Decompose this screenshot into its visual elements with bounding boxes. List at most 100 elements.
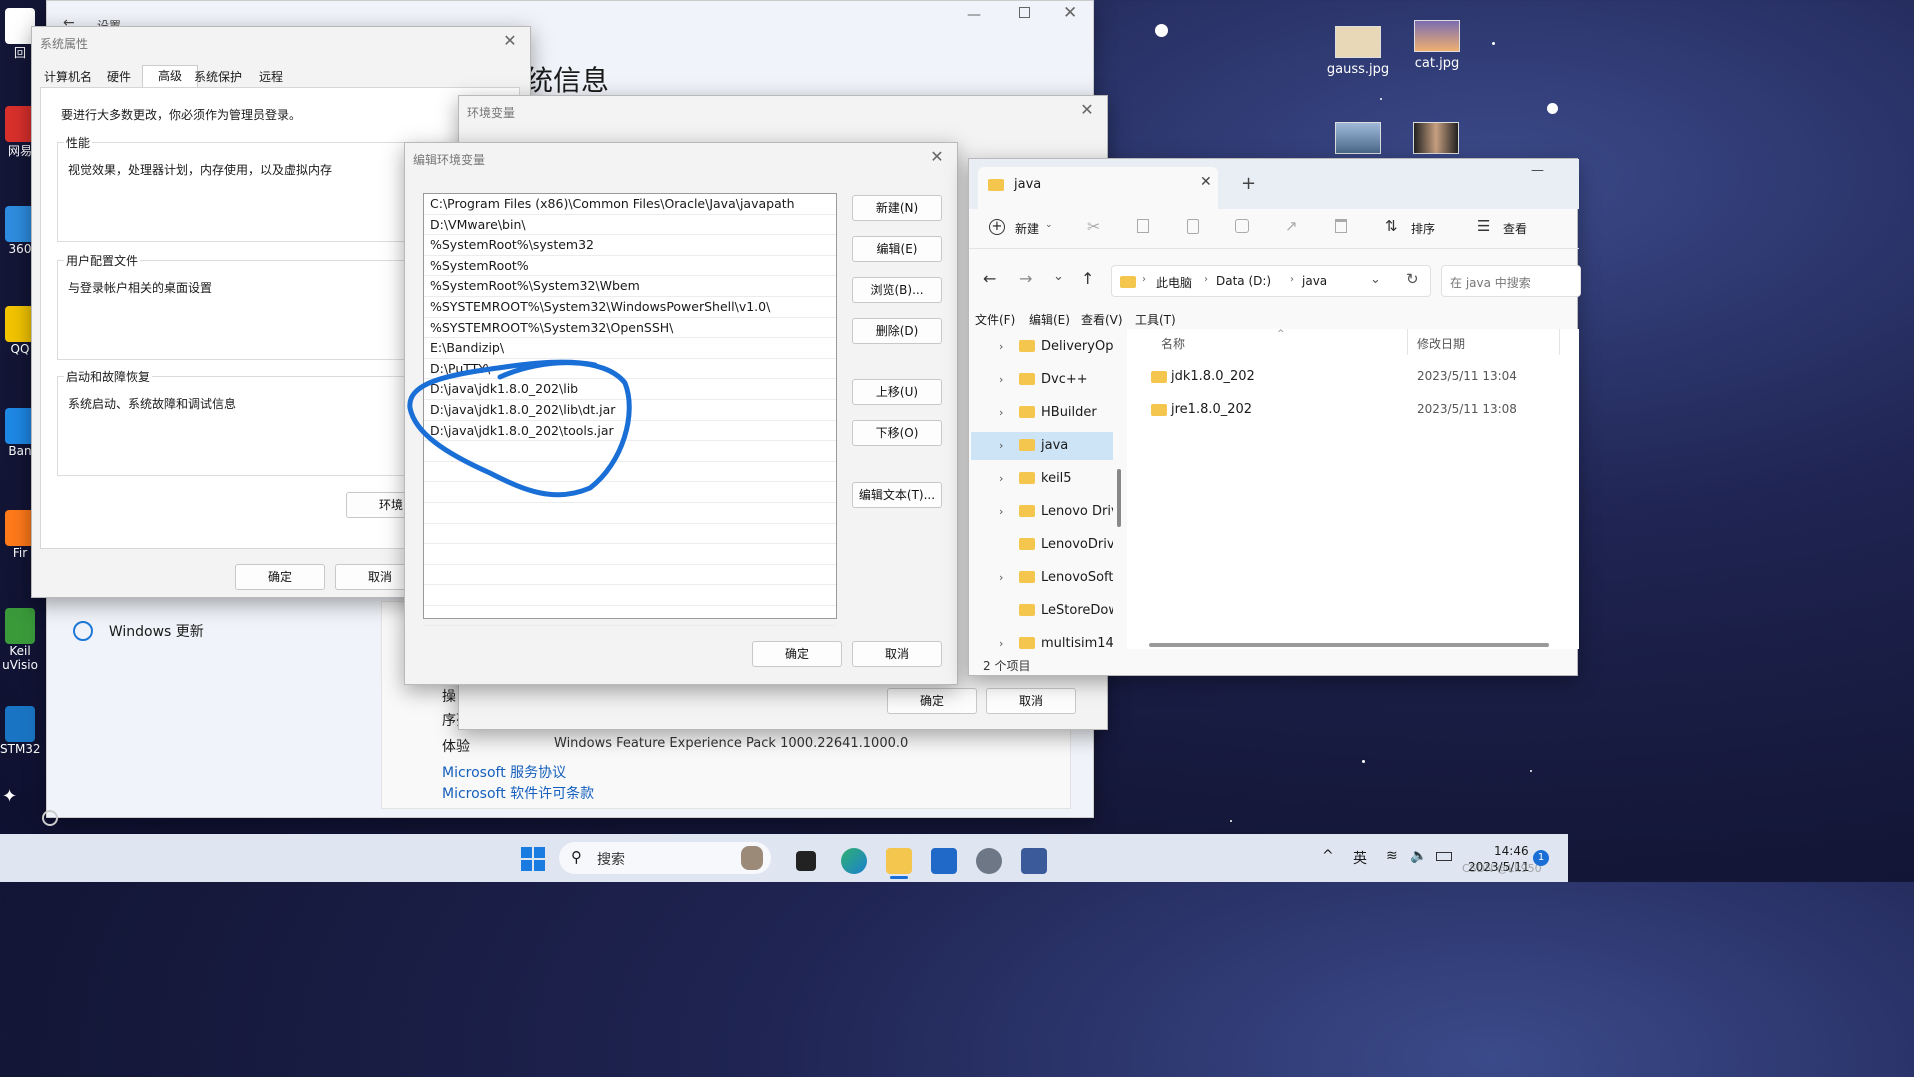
ok-button[interactable]: 确定: [235, 564, 325, 590]
breadcrumb-item[interactable]: java: [1302, 274, 1327, 288]
tree-item[interactable]: › java: [971, 432, 1113, 460]
chevron-right-icon[interactable]: ›: [999, 399, 1013, 427]
menu-tools[interactable]: 工具(T): [1135, 311, 1176, 328]
paste-icon[interactable]: [1187, 219, 1199, 234]
desktop-file-image[interactable]: [1413, 122, 1459, 158]
desktop-shortcut[interactable]: Keil uVisio: [0, 608, 40, 672]
up-arrow-icon[interactable]: ↑: [1081, 269, 1094, 288]
file-row[interactable]: jdk1.8.0_202 2023/5/11 13:04: [1127, 365, 1579, 391]
minimize-icon[interactable]: —: [967, 7, 981, 23]
chevron-right-icon[interactable]: ›: [999, 333, 1013, 361]
view-button[interactable]: 查看: [1503, 220, 1527, 237]
tab-remote[interactable]: 远程: [255, 67, 287, 87]
close-icon[interactable]: ✕: [1200, 174, 1212, 190]
horizontal-scrollbar[interactable]: [1149, 643, 1549, 647]
back-arrow-icon[interactable]: ←: [983, 269, 996, 288]
chevron-right-icon[interactable]: ›: [999, 465, 1013, 493]
share-icon[interactable]: ↗: [1285, 217, 1298, 235]
file-explorer-window: java ✕ + — + 新建 ⌄ ✂ ↗ ⇅ 排序 ☰ 查看 ← → ⌄ ↑ …: [968, 158, 1581, 676]
rename-icon[interactable]: [1235, 219, 1249, 233]
tree-item[interactable]: › DeliveryOpt: [971, 333, 1113, 361]
address-bar[interactable]: › 此电脑 › Data (D:) › java ⌄ ↻: [1111, 265, 1431, 297]
taskbar-search[interactable]: ⚲ 搜索: [559, 842, 771, 874]
new-button[interactable]: 新建: [1015, 220, 1039, 237]
copy-icon[interactable]: [1137, 219, 1149, 233]
edge-browser-icon[interactable]: [841, 848, 867, 874]
desktop-shortcut[interactable]: STM32: [0, 706, 41, 756]
system-properties-icon[interactable]: [1021, 848, 1047, 874]
forward-arrow-icon[interactable]: →: [1019, 269, 1032, 288]
service-agreement-link[interactable]: Microsoft 服务协议: [442, 762, 566, 782]
cancel-button[interactable]: 取消: [986, 688, 1076, 714]
chevron-down-icon[interactable]: ⌄: [1370, 272, 1381, 287]
close-icon[interactable]: ✕: [1077, 100, 1097, 120]
tree-item[interactable]: › Lenovo Driv: [971, 498, 1113, 526]
tree-item[interactable]: › multisim14.: [971, 630, 1113, 651]
store-icon[interactable]: [931, 848, 957, 874]
sort-button[interactable]: 排序: [1411, 220, 1435, 237]
license-terms-link[interactable]: Microsoft 软件许可条款: [442, 783, 594, 803]
clock-time[interactable]: 14:46: [1494, 844, 1529, 858]
tab-hardware[interactable]: 硬件: [103, 67, 135, 87]
breadcrumb-item[interactable]: Data (D:): [1216, 274, 1271, 288]
desktop-shortcut-label: Ban: [8, 444, 32, 458]
menu-view[interactable]: 查看(V): [1081, 311, 1123, 328]
volume-icon[interactable]: 🔈: [1410, 848, 1427, 864]
refresh-icon[interactable]: ↻: [1406, 270, 1419, 288]
tab-system-protection[interactable]: 系统保护: [190, 67, 246, 87]
desktop-shortcut-label: Keil uVisio: [2, 644, 38, 672]
dialog-titlebar: 环境变量 ✕: [459, 96, 1107, 126]
chevron-down-icon[interactable]: ⌄: [1053, 269, 1064, 284]
chevron-right-icon[interactable]: ›: [999, 432, 1013, 460]
chevron-right-icon[interactable]: ›: [999, 564, 1013, 592]
settings-gear-icon[interactable]: [976, 848, 1002, 874]
desktop-file-image[interactable]: [1335, 122, 1381, 158]
chevron-right-icon[interactable]: ›: [999, 366, 1013, 394]
column-header-name[interactable]: 名称: [1161, 335, 1185, 352]
close-icon[interactable]: ✕: [1063, 3, 1077, 23]
notification-badge[interactable]: 1: [1533, 850, 1549, 866]
chevron-up-icon[interactable]: ^: [1322, 848, 1334, 864]
tab-java[interactable]: java ✕: [978, 167, 1218, 209]
menu-file[interactable]: 文件(F): [975, 311, 1015, 328]
desktop-file-cat[interactable]: cat.jpg: [1405, 20, 1469, 71]
tree-item[interactable]: › LenovoSoft: [971, 564, 1113, 592]
start-button[interactable]: [521, 847, 545, 871]
task-view-icon[interactable]: [796, 851, 816, 871]
search-input[interactable]: 在 java 中搜索: [1450, 274, 1531, 291]
chevron-right-icon[interactable]: ›: [999, 630, 1013, 651]
tree-item-label: java: [1041, 438, 1069, 453]
file-explorer-icon[interactable]: [886, 848, 912, 874]
tree-item[interactable]: LenovoDrive: [971, 531, 1113, 559]
wifi-icon[interactable]: ≋: [1386, 848, 1398, 864]
file-row[interactable]: jre1.8.0_202 2023/5/11 13:08: [1127, 398, 1579, 424]
battery-icon[interactable]: [1436, 852, 1452, 861]
desktop-file-gauss[interactable]: gauss.jpg: [1326, 26, 1390, 77]
tab-computer-name[interactable]: 计算机名: [40, 67, 96, 87]
delete-icon[interactable]: [1335, 219, 1347, 233]
input-method-indicator[interactable]: 英: [1353, 848, 1367, 868]
tree-item[interactable]: › keil5: [971, 465, 1113, 493]
column-header-date[interactable]: 修改日期: [1417, 335, 1465, 352]
minimize-icon[interactable]: —: [1531, 163, 1544, 178]
folder-icon: [1019, 570, 1035, 583]
cut-icon[interactable]: ✂: [1087, 217, 1100, 236]
star: [1530, 770, 1532, 772]
tree-item-label: keil5: [1041, 471, 1072, 486]
windows-update-link[interactable]: Windows 更新: [73, 621, 204, 641]
tree-scrollbar[interactable]: [1117, 469, 1121, 527]
maximize-icon[interactable]: [1019, 7, 1030, 18]
command-bar: + 新建 ⌄ ✂ ↗ ⇅ 排序 ☰ 查看: [969, 209, 1579, 249]
tree-item[interactable]: LeStoreDow: [971, 597, 1113, 625]
close-icon[interactable]: ✕: [500, 31, 520, 51]
search-box[interactable]: 在 java 中搜索: [1441, 265, 1581, 297]
new-tab-icon[interactable]: +: [1241, 173, 1256, 194]
ok-button[interactable]: 确定: [887, 688, 977, 714]
tree-item[interactable]: › Dvc++: [971, 366, 1113, 394]
tree-item[interactable]: › HBuilder: [971, 399, 1113, 427]
breadcrumb-item[interactable]: 此电脑: [1156, 274, 1192, 291]
chevron-right-icon[interactable]: ›: [999, 498, 1013, 526]
menu-edit[interactable]: 编辑(E): [1029, 311, 1070, 328]
desktop-shortcut-label: 回: [13, 46, 26, 60]
search-input[interactable]: 搜索: [597, 849, 625, 869]
